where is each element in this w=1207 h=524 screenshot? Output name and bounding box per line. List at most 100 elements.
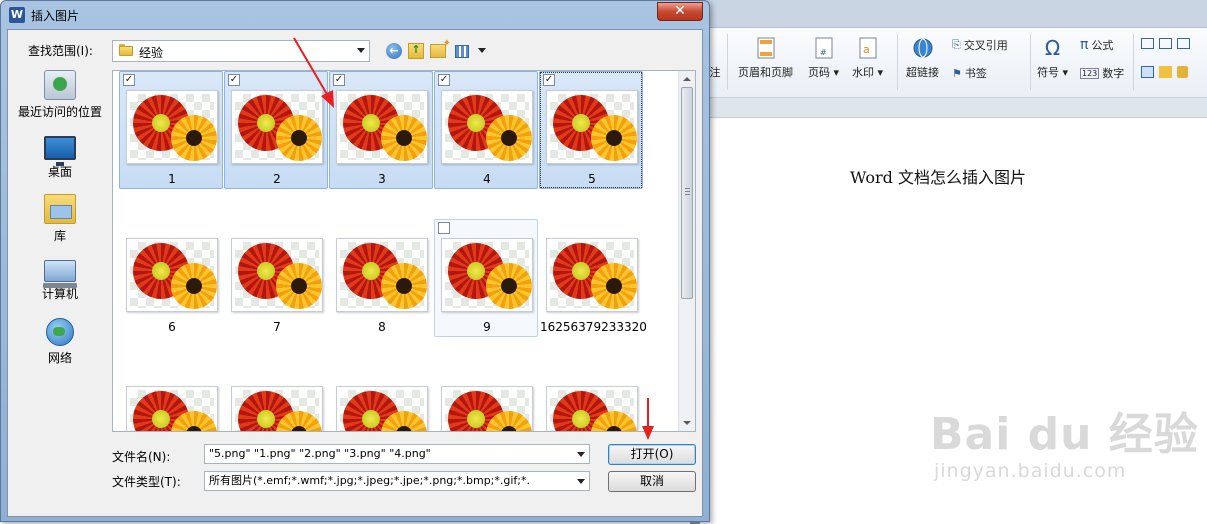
- number-button[interactable]: 123 数字: [1080, 65, 1124, 81]
- place-network[interactable]: 网络: [12, 318, 108, 366]
- vertical-scrollbar[interactable]: [678, 71, 695, 431]
- app-titlebar: [700, 0, 1207, 28]
- symbol-button[interactable]: Ω 符号 ▾: [1037, 36, 1068, 80]
- file-item[interactable]: 16256379233320: [539, 219, 647, 337]
- page-number-label: 页码 ▾: [808, 66, 840, 79]
- dialog-title: 插入图片: [31, 9, 80, 23]
- dialog-titlebar[interactable]: W 插入图片 ✕: [1, 1, 709, 29]
- file-type-select[interactable]: 所有图片(*.emf;*.wmf;*.jpg;*.jpeg;*.jpe;*.pn…: [204, 471, 590, 491]
- file-name-label: 文件名(N):: [112, 450, 171, 464]
- document-text[interactable]: Word 文档怎么插入图片: [850, 164, 1026, 188]
- up-folder-button[interactable]: ↑: [406, 41, 426, 61]
- page-number-icon: #: [813, 36, 835, 60]
- symbol-label: 符号 ▾: [1037, 66, 1069, 79]
- header-footer-button[interactable]: 页眉和页脚: [738, 36, 793, 80]
- file-item[interactable]: 7: [224, 219, 328, 337]
- view-dropdown-arrow-icon[interactable]: [478, 48, 486, 53]
- bookmark-button[interactable]: ⚑ 书签: [952, 65, 987, 81]
- file-name-text: 16256379233320: [540, 320, 647, 334]
- file-name-text: 4: [483, 172, 491, 186]
- image-thumbnail: [441, 386, 533, 431]
- file-item[interactable]: [119, 367, 223, 431]
- file-item[interactable]: [539, 367, 643, 431]
- select-checkbox[interactable]: ✓: [123, 74, 135, 86]
- folder-icon: [119, 44, 133, 56]
- cross-reference-label: 交叉引用: [963, 39, 1008, 52]
- image-thumbnail: [546, 386, 638, 431]
- place-desktop[interactable]: 桌面: [12, 132, 108, 180]
- file-name-text: 9: [483, 320, 491, 334]
- cross-reference-button[interactable]: ⎘ 交叉引用: [952, 37, 1008, 53]
- watermark-icon: a: [857, 36, 879, 60]
- recent-places-icon: [44, 70, 76, 100]
- place-computer[interactable]: 计算机: [12, 256, 108, 302]
- file-name-input[interactable]: "5.png" "1.png" "2.png" "3.png" "4.png": [204, 444, 590, 464]
- image-thumbnail: [441, 238, 533, 312]
- image-thumbnail: [546, 238, 638, 312]
- cancel-button[interactable]: 取消: [608, 471, 696, 492]
- library-icon: [44, 194, 76, 224]
- scrollbar-thumb[interactable]: [681, 87, 693, 299]
- places-bar: 最近访问的位置 桌面 库 计算机 网络: [12, 70, 108, 410]
- baidu-watermark: Bai du 经验 jingyan.baidu.com: [930, 398, 1199, 482]
- lock-icon[interactable]: [1177, 66, 1188, 78]
- list-control-icon[interactable]: [1177, 38, 1190, 49]
- hyperlink-button[interactable]: 超链接: [906, 36, 939, 80]
- place-label: 库: [53, 229, 66, 243]
- image-thumbnail: [231, 386, 323, 431]
- view-menu-button[interactable]: [452, 41, 472, 61]
- checkbox-control-icon[interactable]: [1159, 38, 1172, 49]
- watermark-button[interactable]: a 水印 ▾: [852, 36, 883, 80]
- file-item[interactable]: 8: [329, 219, 433, 337]
- file-item[interactable]: 9: [434, 219, 538, 337]
- file-item[interactable]: [329, 367, 433, 431]
- textbox-control-icon[interactable]: [1141, 38, 1154, 49]
- back-button[interactable]: ←: [384, 41, 404, 61]
- hyperlink-icon: [912, 36, 934, 60]
- ruler-strip: [700, 98, 1207, 118]
- design-mode-icon[interactable]: [1141, 66, 1154, 78]
- scroll-down-icon[interactable]: [683, 421, 691, 425]
- place-recent[interactable]: 最近访问的位置: [12, 70, 108, 120]
- look-in-label: 查找范围(I):: [28, 44, 93, 58]
- select-checkbox[interactable]: ✓: [228, 74, 240, 86]
- new-folder-button[interactable]: [428, 38, 451, 61]
- look-in-value: 经验: [139, 46, 164, 60]
- file-item[interactable]: ✓ 5: [539, 71, 643, 189]
- file-item[interactable]: [434, 367, 538, 431]
- up-folder-icon: ↑: [408, 43, 424, 59]
- svg-text:a: a: [863, 43, 870, 56]
- ribbon-separator: [897, 34, 898, 90]
- watermark-sub: jingyan.baidu.com: [934, 460, 1127, 482]
- number-label: 数字: [1102, 67, 1125, 80]
- network-icon: [46, 318, 74, 346]
- ribbon-separator: [1030, 34, 1031, 90]
- file-list-view[interactable]: ✓ 1 ✓ 2 ✓ 3 ✓ 4 ✓ 5 6 7 8 9 16256379233320: [112, 70, 696, 432]
- file-name-text: 5: [588, 172, 596, 186]
- file-item[interactable]: [224, 367, 328, 431]
- wps-writer-icon: W: [9, 7, 25, 23]
- image-thumbnail: [336, 238, 428, 312]
- back-arrow-icon: ←: [386, 43, 402, 59]
- page-number-button[interactable]: # 页码 ▾: [808, 36, 839, 80]
- file-item[interactable]: ✓ 1: [119, 71, 223, 189]
- dialog-client-area: 查找范围(I): 经验 ← ↑ 最近访问的位置 桌面: [7, 29, 703, 517]
- select-checkbox[interactable]: ✓: [543, 74, 555, 86]
- formula-button[interactable]: π 公式: [1080, 37, 1113, 53]
- select-checkbox[interactable]: [438, 222, 450, 234]
- open-button[interactable]: 打开(O): [608, 444, 696, 465]
- select-checkbox[interactable]: ✓: [438, 74, 450, 86]
- eraser-icon[interactable]: [1159, 66, 1172, 78]
- file-name-text: 6: [168, 320, 176, 334]
- place-library[interactable]: 库: [12, 194, 108, 244]
- place-label: 最近访问的位置: [17, 105, 102, 119]
- file-item[interactable]: ✓ 4: [434, 71, 538, 189]
- view-icon: [455, 44, 469, 58]
- watermark-main: Bai du 经验: [930, 409, 1199, 460]
- ribbon-separator: [1133, 34, 1134, 90]
- file-item[interactable]: 6: [119, 219, 223, 337]
- close-button[interactable]: ✕: [657, 2, 703, 21]
- pi-icon: π: [1080, 37, 1089, 53]
- scroll-up-icon[interactable]: [683, 77, 691, 81]
- place-label: 网络: [47, 351, 72, 365]
